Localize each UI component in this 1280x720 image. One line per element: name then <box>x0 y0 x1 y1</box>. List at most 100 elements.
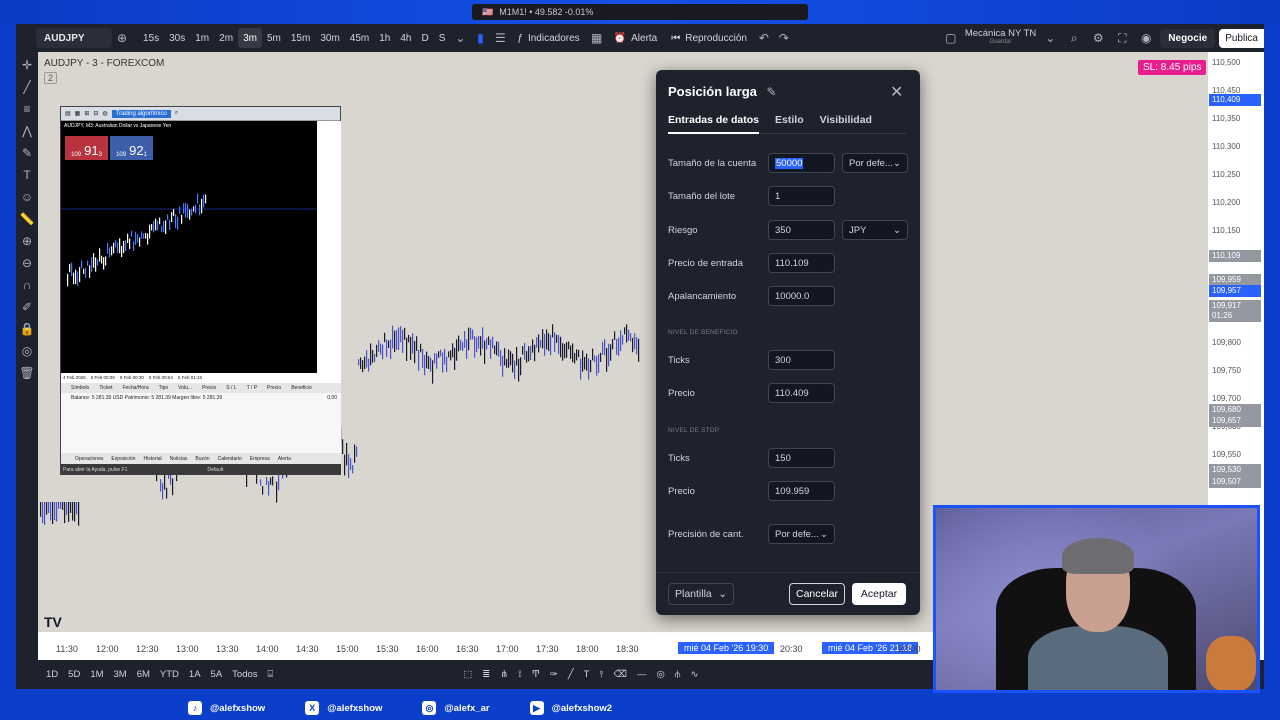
publish-button[interactable]: Publica <box>1219 28 1264 48</box>
col-header[interactable]: Volu... <box>178 385 192 391</box>
redo-icon[interactable]: ↷ <box>774 28 794 48</box>
window-tab[interactable]: 🇺🇸 M1M1! • 49.582 -0.01% <box>472 4 808 20</box>
mt4-chart[interactable]: AUDJPY, M3: Australian Dollar vs Japanes… <box>61 121 317 373</box>
fib-icon[interactable]: ≡ <box>23 102 30 116</box>
crosshair-icon[interactable]: ✛ <box>22 58 32 72</box>
range-ytd[interactable]: YTD <box>160 669 179 680</box>
ruler-icon[interactable]: 📏 <box>20 212 35 226</box>
range-1a[interactable]: 1A <box>189 669 201 680</box>
mt4-tab[interactable]: Operaciones <box>75 456 103 462</box>
pitchfork-icon[interactable]: ⋔ <box>500 669 508 680</box>
col-header[interactable]: T / P <box>247 385 257 391</box>
interval-15s[interactable]: 15s <box>138 28 164 48</box>
col-header[interactable]: Precio <box>267 385 281 391</box>
zoom-out-icon[interactable]: ⊖ <box>22 256 32 270</box>
algo-trading-button[interactable]: Trading algorítmico <box>111 109 171 118</box>
eraser-icon[interactable]: ⌫ <box>614 669 627 680</box>
layout-square-icon[interactable]: ▢ <box>941 28 961 48</box>
interval-45m[interactable]: 45m <box>345 28 374 48</box>
mt4-tab[interactable]: Historial <box>144 456 162 462</box>
eye-icon[interactable]: ◎ <box>22 344 32 358</box>
cancel-button[interactable]: Cancelar <box>789 583 845 605</box>
mt4-tab[interactable]: Empresa <box>250 456 270 462</box>
chevron-down-icon[interactable]: ⌄ <box>1040 28 1060 48</box>
fork-icon[interactable]: ⟟ <box>518 669 522 680</box>
range-5d[interactable]: 5D <box>68 669 80 680</box>
layout-name-button[interactable]: Mecánica NY TN Guardar <box>965 29 1036 47</box>
calendar-icon[interactable]: ⌸ <box>268 669 274 680</box>
interval-s[interactable]: S <box>434 28 451 48</box>
interval-d[interactable]: D <box>416 28 433 48</box>
col-header[interactable]: S / L <box>226 385 236 391</box>
symbol-search[interactable]: AUDJPY <box>36 28 112 48</box>
anchor-icon[interactable]: ⫯ <box>599 669 603 680</box>
col-header[interactable]: Beneficio <box>291 385 312 391</box>
text-tool-icon[interactable]: Ͳ <box>532 669 540 680</box>
stop-price-input[interactable]: 109.959 <box>768 481 835 501</box>
fork2-icon[interactable]: ⫛ <box>675 669 681 680</box>
entry-price-input[interactable]: 110.109 <box>768 253 835 273</box>
risk-input[interactable]: 350 <box>768 220 835 240</box>
mt4-tool-icon[interactable]: ▦ <box>75 110 81 117</box>
mt4-tab[interactable]: Alerta <box>278 456 291 462</box>
settings-icon[interactable]: ⚙ <box>1088 28 1108 48</box>
mt4-tab[interactable]: Noticias <box>170 456 188 462</box>
col-header[interactable]: Tipo <box>159 385 169 391</box>
risk-unit-dropdown[interactable]: JPY ⌄ <box>842 220 908 240</box>
wave-icon[interactable]: ∿ <box>690 669 698 680</box>
select-icon[interactable]: ⬚ <box>463 669 472 680</box>
interval-30m[interactable]: 30m <box>315 28 344 48</box>
close-icon[interactable]: ✕ <box>890 82 903 102</box>
interval-1h[interactable]: 1h <box>374 28 395 48</box>
lot-size-input[interactable]: 1 <box>768 186 835 206</box>
chart-type-icon[interactable]: ☰ <box>490 28 510 48</box>
template-dropdown[interactable]: Plantilla ⌄ <box>668 583 734 605</box>
col-header[interactable]: Símbolo <box>71 385 89 391</box>
emoji-icon[interactable]: ☺ <box>21 190 33 204</box>
range-1m[interactable]: 1M <box>90 669 103 680</box>
profit-ticks-input[interactable]: 300 <box>768 350 835 370</box>
interval-4h[interactable]: 4h <box>395 28 416 48</box>
hline-icon[interactable]: — <box>637 669 647 680</box>
t-icon[interactable]: T <box>584 669 590 680</box>
mt4-tool-icon[interactable]: ⊟ <box>93 110 98 117</box>
tab-style[interactable]: Estilo <box>775 114 804 134</box>
trendline-icon[interactable]: ╱ <box>23 80 30 94</box>
pencil-lock-icon[interactable]: ✐ <box>22 300 32 314</box>
profit-price-input[interactable]: 110.409 <box>768 383 835 403</box>
lines-icon[interactable]: ≣ <box>482 669 490 680</box>
range-5a[interactable]: 5A <box>211 669 223 680</box>
brush-tool-icon[interactable]: ✑ <box>550 669 558 680</box>
range-all[interactable]: Todos <box>232 669 257 680</box>
undo-icon[interactable]: ↶ <box>754 28 774 48</box>
account-currency-dropdown[interactable]: Por defe... ⌄ <box>842 153 908 173</box>
mt4-tab[interactable]: Exposición <box>111 456 135 462</box>
zoom-in-icon[interactable]: ⊕ <box>22 234 32 248</box>
col-header[interactable]: Fecha/Hora <box>123 385 149 391</box>
indicators-button[interactable]: ƒ Indicadores <box>510 28 586 48</box>
interval-1m[interactable]: 1m <box>190 28 214 48</box>
mt4-tab[interactable]: Calendario <box>218 456 242 462</box>
mt4-tool-icon[interactable]: ⊞ <box>84 110 89 117</box>
target-icon[interactable]: ◎ <box>656 669 664 680</box>
interval-30s[interactable]: 30s <box>164 28 190 48</box>
layouts-icon[interactable]: ▦ <box>587 28 607 48</box>
interval-5m[interactable]: 5m <box>262 28 286 48</box>
interval-2m[interactable]: 2m <box>214 28 238 48</box>
pencil-icon[interactable]: ✎ <box>767 85 777 99</box>
interval-15m[interactable]: 15m <box>286 28 315 48</box>
camera-icon[interactable]: ◉ <box>1136 28 1156 48</box>
range-3m[interactable]: 3M <box>114 669 127 680</box>
mt4-tool-icon[interactable]: ▤ <box>65 110 71 117</box>
trade-button[interactable]: Negocie <box>1160 28 1216 48</box>
range-1d[interactable]: 1D <box>46 669 58 680</box>
mt4-window[interactable]: ▤ ▦ ⊞ ⊟ ◍ Trading algorítmico ⌕ AUDJPY, … <box>60 106 341 475</box>
fullscreen-icon[interactable]: ⛶ <box>1112 28 1132 48</box>
qty-precision-dropdown[interactable]: Por defe... ⌄ <box>768 524 835 544</box>
compare-icon[interactable]: ⊕ <box>112 28 132 48</box>
brush-icon[interactable]: ✎ <box>22 146 32 160</box>
mt4-search-icon[interactable]: ⌕ <box>175 110 178 117</box>
trash-icon[interactable]: 🗑 <box>19 366 34 380</box>
interval-3m[interactable]: 3m <box>238 28 262 48</box>
col-header[interactable]: Ticket <box>99 385 112 391</box>
